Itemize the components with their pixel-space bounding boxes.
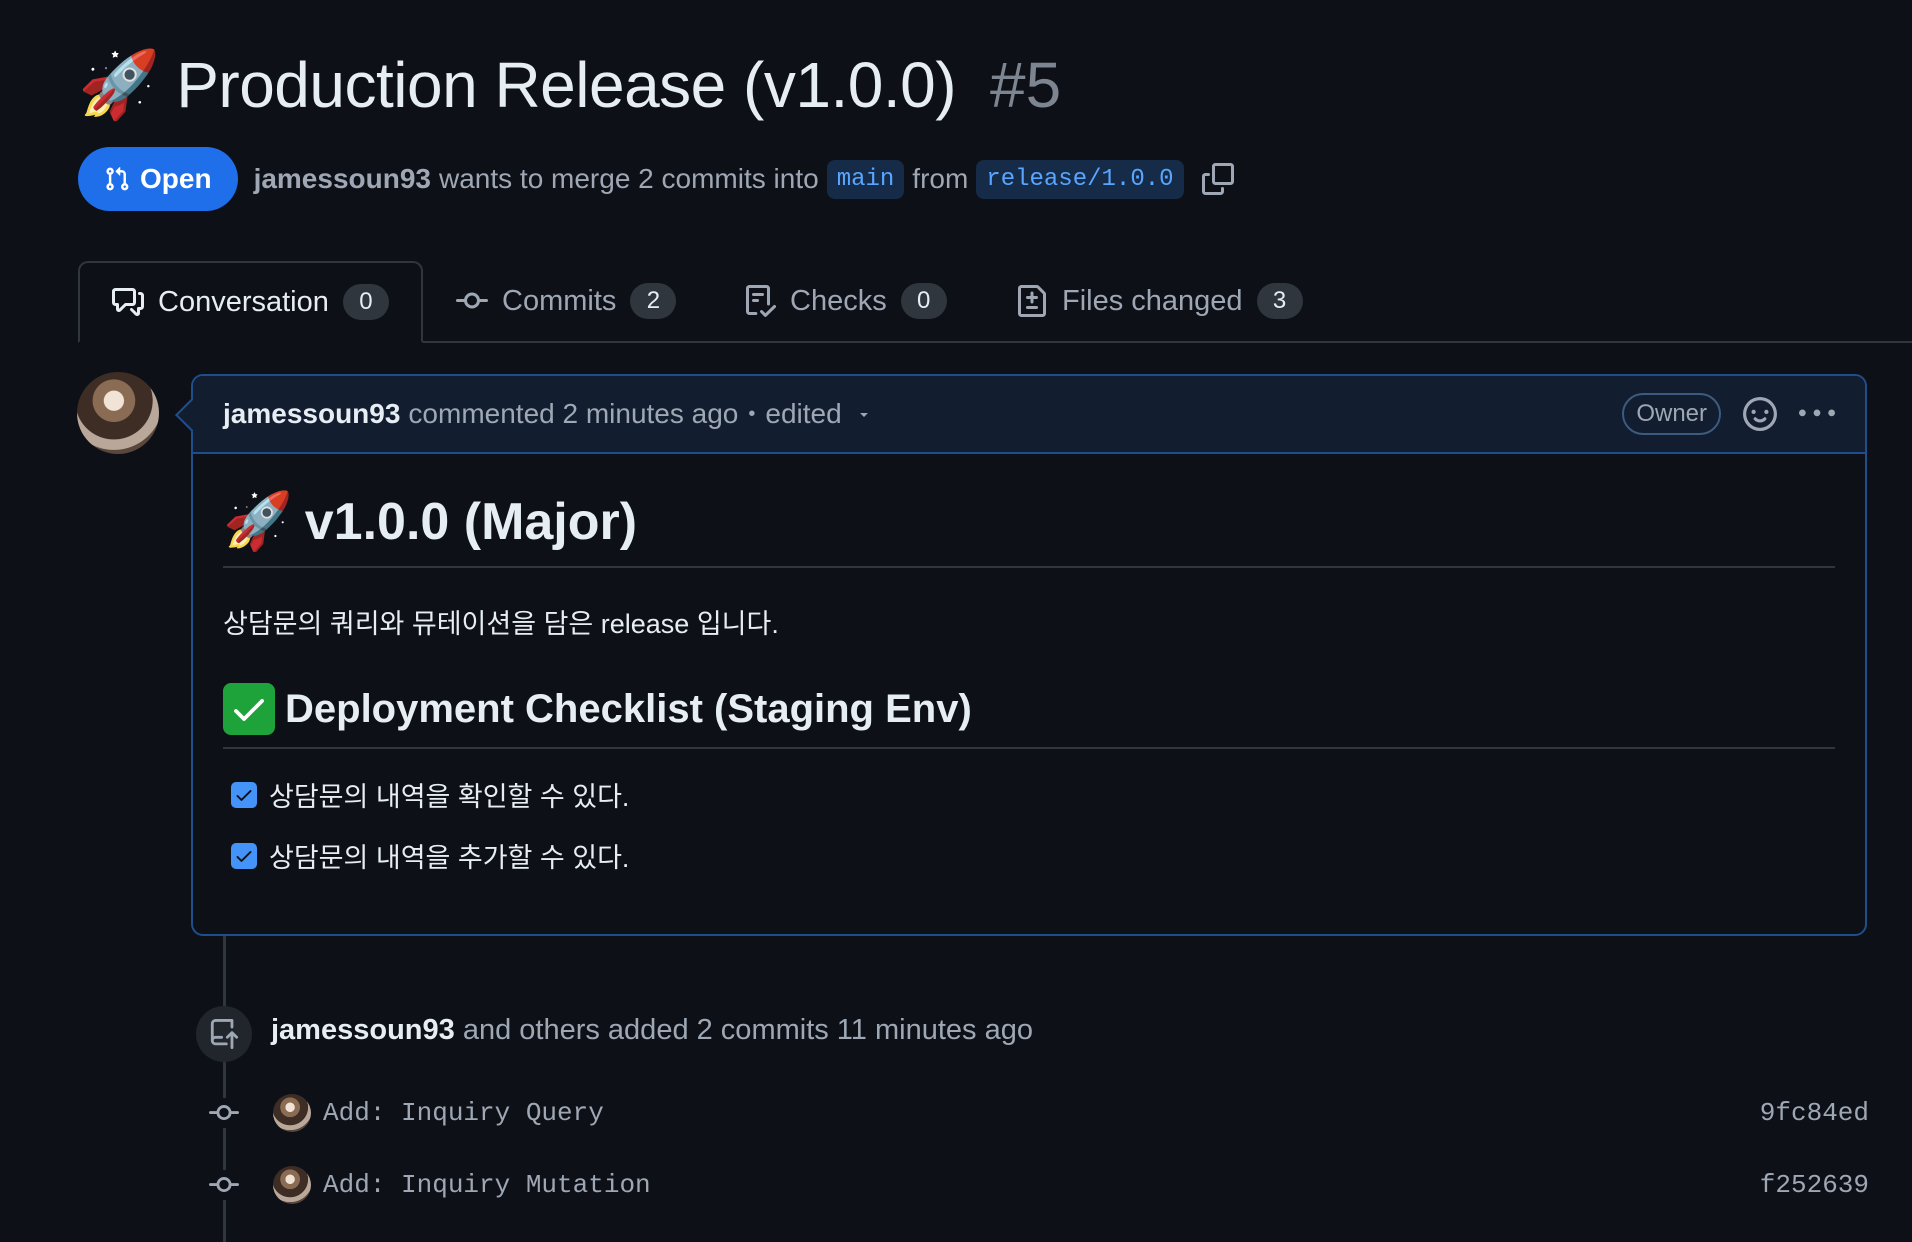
triangle-down-icon (860, 413, 868, 417)
pr-state-badge: Open (78, 147, 238, 211)
comment-edited-label: edited (765, 398, 842, 429)
comment-meta[interactable]: commented 2 minutes ago (408, 398, 738, 430)
pr-number: #5 (990, 49, 1062, 121)
comment-discussion-icon (112, 288, 144, 316)
tab-files-changed[interactable]: Files changed 3 (1016, 261, 1303, 341)
commit-sha[interactable]: 9fc84ed (1760, 1098, 1869, 1128)
checklist-heading: Deployment Checklist (Staging Env) (223, 683, 1835, 749)
tab-files-changed-label: Files changed (1062, 284, 1243, 317)
pr-state-label: Open (140, 163, 212, 194)
tab-files-changed-count: 3 (1256, 283, 1303, 319)
tab-checks[interactable]: Checks 0 (744, 261, 947, 341)
separator: • (748, 402, 756, 425)
copy-icon (1201, 163, 1234, 195)
pr-title: Production Release (v1.0.0) (176, 49, 956, 121)
tab-commits[interactable]: Commits 2 (456, 261, 677, 341)
release-heading: 🚀 v1.0.0 (Major) (223, 492, 1835, 568)
task-checkbox[interactable] (231, 781, 257, 808)
comment-author[interactable]: jamessoun93 (223, 398, 400, 430)
comment-box: jamessoun93 commented 2 minutes ago • ed… (175, 374, 1867, 936)
tab-checks-label: Checks (790, 284, 887, 317)
merge-text: wants to merge 2 commits into (438, 163, 819, 194)
tab-conversation-count: 0 (342, 284, 389, 320)
comment-body: 🚀 v1.0.0 (Major) 상담문의 쿼리와 뮤테이션을 담은 relea… (223, 454, 1835, 875)
tab-checks-count: 0 (900, 283, 947, 319)
check-icon (234, 699, 264, 721)
git-commit-icon (456, 292, 488, 309)
base-branch[interactable]: main (826, 159, 905, 199)
commit-row: Add: Inquiry Mutation f252639 (205, 1162, 1869, 1208)
git-commit-icon (209, 1105, 239, 1121)
check-mark-icon (223, 683, 275, 735)
timeline-actor[interactable]: jamessoun93 (271, 1014, 455, 1046)
rocket-icon: 🚀 (223, 489, 293, 554)
comment-header: jamessoun93 commented 2 minutes ago • ed… (175, 376, 1865, 454)
kebab-horizontal-icon (1799, 409, 1835, 417)
timeline-event-text: jamessoun93 and others added 2 commits 1… (271, 1014, 1033, 1047)
repo-push-icon (210, 1019, 239, 1049)
timeline-event-badge (196, 1006, 252, 1062)
head-branch[interactable]: release/1.0.0 (976, 159, 1184, 199)
from-text: from (912, 163, 969, 194)
commit-author-avatar[interactable] (273, 1166, 311, 1204)
commit-row: Add: Inquiry Query 9fc84ed (205, 1090, 1869, 1136)
avatar[interactable] (77, 372, 159, 454)
task-checkbox[interactable] (231, 842, 257, 869)
task-list: 상담문의 내역을 확인할 수 있다. 상담문의 내역을 추가할 수 있다. (223, 775, 1835, 875)
git-commit-icon (209, 1177, 239, 1193)
checklist-heading-text: Deployment Checklist (Staging Env) (285, 686, 972, 731)
timeline-event-desc: and others added 2 commits 11 minutes ag… (462, 1014, 1033, 1046)
pr-author-link[interactable]: jamessoun93 (254, 163, 431, 195)
commit-sha[interactable]: f252639 (1760, 1170, 1869, 1200)
tab-conversation[interactable]: Conversation 0 (78, 261, 423, 343)
pr-tabs: Conversation 0 Commits 2 Checks 0 Files … (78, 261, 1912, 343)
check-icon (236, 789, 252, 801)
pr-status-row: Open jamessoun93 wants to merge 2 commit… (78, 147, 1234, 211)
commit-dot (205, 1170, 243, 1200)
task-item: 상담문의 내역을 확인할 수 있다. (231, 775, 1835, 814)
commit-author-avatar[interactable] (273, 1094, 311, 1132)
release-description: 상담문의 쿼리와 뮤테이션을 담은 release 입니다. (223, 609, 779, 639)
copy-branch-button[interactable] (1201, 163, 1234, 195)
smiley-icon (1743, 397, 1777, 431)
task-label: 상담문의 내역을 추가할 수 있다. (269, 843, 630, 873)
comment-options-button[interactable] (1799, 396, 1835, 432)
file-diff-icon (1018, 285, 1046, 317)
task-item: 상담문의 내역을 추가할 수 있다. (231, 836, 1835, 875)
pr-title-row: 🚀 Production Release (v1.0.0) #5 (78, 48, 1061, 122)
owner-badge: Owner (1622, 393, 1721, 435)
task-label: 상담문의 내역을 확인할 수 있다. (269, 782, 630, 812)
tab-conversation-label: Conversation (158, 285, 329, 318)
tab-commits-count: 2 (630, 283, 677, 319)
git-pull-request-icon (106, 166, 129, 191)
comment-edited[interactable]: edited (765, 398, 871, 430)
add-reaction-button[interactable] (1743, 397, 1777, 431)
comment-pointer (175, 398, 209, 432)
tab-commits-label: Commits (502, 284, 617, 317)
release-heading-text: v1.0.0 (Major) (304, 493, 638, 551)
checklist-icon (746, 285, 776, 317)
rocket-icon: 🚀 (78, 46, 161, 123)
commit-dot (205, 1098, 243, 1128)
commit-message[interactable]: Add: Inquiry Mutation (323, 1170, 651, 1200)
commit-message[interactable]: Add: Inquiry Query (323, 1098, 604, 1128)
check-icon (236, 850, 252, 862)
